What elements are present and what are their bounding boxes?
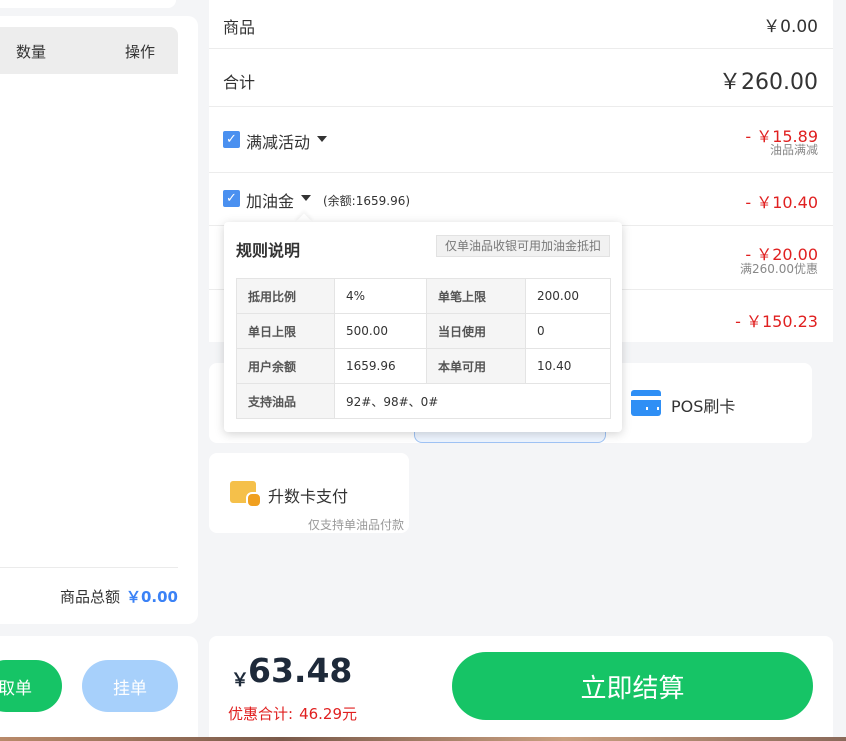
goods-total-value: ￥0.00 — [125, 588, 178, 606]
table-row: 单日上限 500.00 当日使用 0 — [236, 313, 611, 349]
settle-button[interactable]: 立即结算 — [452, 652, 813, 720]
taskbar-edge — [0, 737, 846, 741]
table-row: 抵用比例 4% 单笔上限 200.00 — [236, 278, 611, 314]
rules-tooltip: 规则说明 仅单油品收银可用加油金抵扣 抵用比例 4% 单笔上限 200.00 单… — [224, 222, 622, 432]
discount-value: 46.29元 — [299, 705, 358, 723]
rule-key: 当日使用 — [426, 313, 526, 349]
tooltip-title: 规则说明 — [236, 241, 301, 260]
total-value: ￥260.00 — [719, 70, 818, 95]
rule-value: 10.40 — [525, 348, 611, 384]
currency-symbol: ￥ — [231, 670, 249, 691]
upgrade-card-icon[interactable] — [230, 481, 262, 508]
rule-value: 0 — [525, 313, 611, 349]
total-row: 合计 ￥260.00 — [209, 49, 833, 107]
coupon-row-value: - ￥150.23 — [735, 312, 818, 331]
pos-card-icon[interactable] — [631, 390, 661, 416]
header-operation: 操作 — [125, 43, 156, 61]
upgrade-card-sub: 仅支持单油品付款 — [308, 518, 405, 532]
discount-label: 优惠合计: — [228, 705, 294, 723]
total-label: 合计 — [223, 73, 256, 92]
rule-key: 本单可用 — [426, 348, 526, 384]
rule-key: 支持油品 — [236, 383, 335, 419]
goods-value: ￥0.00 — [763, 17, 818, 37]
header-qty: 数量 — [16, 43, 47, 61]
goods-total-label: 商品总额 — [59, 588, 120, 606]
rules-table: 抵用比例 4% 单笔上限 200.00 单日上限 500.00 当日使用 0 用… — [236, 278, 611, 419]
hold-order-button[interactable]: 挂单 — [82, 660, 178, 712]
fuel-value: - ￥10.40 — [745, 193, 818, 212]
rule-key: 用户余额 — [236, 348, 335, 384]
promo-row: ✓ 满减活动 - ￥15.89 油品满减 — [209, 107, 833, 173]
upgrade-card-label[interactable]: 升数卡支付 — [268, 483, 348, 507]
rule-value: 92#、98#、0# — [334, 383, 611, 419]
cart-panel — [0, 16, 198, 624]
rule-key: 单日上限 — [236, 313, 335, 349]
left-top-card — [0, 0, 176, 8]
table-row: 用户余额 1659.96 本单可用 10.40 — [236, 348, 611, 384]
checkbox-checked-icon[interactable]: ✓ — [223, 131, 240, 148]
take-order-button[interactable]: 取单 — [0, 660, 62, 712]
rule-value: 200.00 — [525, 278, 611, 314]
promo-sub: 油品满减 — [769, 143, 818, 157]
discount-total: 优惠合计: 46.29元 — [228, 703, 357, 724]
goods-label: 商品 — [223, 18, 256, 37]
caret-down-icon[interactable] — [317, 136, 327, 142]
promo-label[interactable]: 满减活动 — [246, 129, 310, 153]
tooltip-note: 仅单油品收银可用加油金抵扣 — [436, 235, 610, 257]
checkbox-checked-icon[interactable]: ✓ — [223, 190, 240, 207]
pos-payment-label[interactable]: POS刷卡 — [671, 393, 735, 417]
table-row: 支持油品 92#、98#、0# — [236, 383, 611, 419]
rule-key: 单笔上限 — [426, 278, 526, 314]
rule-value: 500.00 — [334, 313, 427, 349]
caret-down-icon[interactable] — [301, 195, 311, 201]
goods-row: 商品 ￥0.00 — [209, 0, 833, 49]
rule-value: 4% — [334, 278, 427, 314]
rule-key: 抵用比例 — [236, 278, 335, 314]
rule-value: 1659.96 — [334, 348, 427, 384]
payable-amount: 63.48 — [248, 651, 353, 690]
discount-row-sub: 满260.00优惠 — [740, 262, 818, 276]
divider — [0, 567, 178, 568]
cart-table-header: 数量 操作 — [0, 27, 178, 74]
fuel-label[interactable]: 加油金 — [246, 188, 294, 212]
goods-total: 商品总额 ￥0.00 — [60, 586, 178, 607]
fuel-balance: (余额:1659.96) — [323, 194, 411, 208]
